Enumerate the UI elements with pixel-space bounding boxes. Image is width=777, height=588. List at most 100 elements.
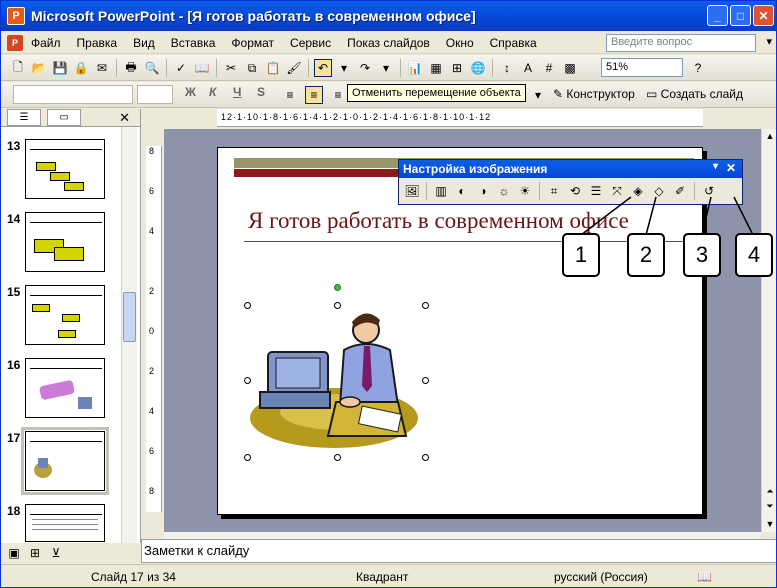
insert-chart-icon[interactable]: 📊 — [406, 59, 424, 77]
help-search-input[interactable]: Введите вопрос — [606, 34, 756, 52]
color-icon[interactable]: ▥ — [432, 182, 450, 200]
shadow-button[interactable]: S — [257, 85, 265, 99]
slide-thumbnail[interactable] — [25, 358, 105, 418]
open-icon[interactable]: 📂 — [30, 59, 48, 77]
scroll-down-icon[interactable]: ▼ — [762, 517, 776, 531]
cut-icon[interactable]: ✂ — [222, 59, 240, 77]
save-icon[interactable]: 💾 — [51, 59, 69, 77]
line-style-icon[interactable]: ☰ — [587, 182, 605, 200]
font-color-dropdown-icon[interactable]: ▾ — [529, 86, 547, 104]
help-dropdown-icon[interactable]: ▾ — [766, 35, 772, 48]
rotate-handle[interactable] — [334, 284, 341, 291]
slide-thumbnail-selected[interactable] — [21, 427, 109, 495]
resize-handle-w[interactable] — [244, 377, 251, 384]
font-name-select[interactable] — [13, 85, 133, 104]
tab-slides[interactable]: ▭ — [47, 109, 81, 126]
document-icon[interactable]: P — [7, 34, 23, 51]
close-button[interactable]: ✕ — [753, 5, 774, 26]
underline-button[interactable]: Ч — [233, 85, 241, 99]
research-icon[interactable]: 📖 — [193, 59, 211, 77]
help-icon[interactable]: ? — [689, 59, 707, 77]
zoom-select[interactable]: 51% — [601, 58, 683, 77]
format-picture-icon[interactable]: ◇ — [650, 182, 668, 200]
slide-thumb-17[interactable]: 17 — [7, 427, 109, 495]
recolor-picture-icon[interactable]: ◈ — [629, 182, 647, 200]
slide-vertical-scrollbar[interactable]: ▲ ⏶ ⏷ ▼ — [761, 129, 776, 532]
compress-pictures-icon[interactable]: ⤧ — [608, 182, 626, 200]
align-center-icon[interactable]: ≡ — [305, 86, 323, 104]
bold-button[interactable]: Ж — [185, 85, 196, 99]
spelling-icon[interactable]: ✓ — [172, 59, 190, 77]
resize-handle-n[interactable] — [334, 302, 341, 309]
email-icon[interactable]: ✉ — [93, 59, 111, 77]
menu-tools[interactable]: Сервис — [282, 36, 339, 50]
menu-window[interactable]: Окно — [438, 36, 482, 50]
undo-icon[interactable]: ↶ — [314, 59, 332, 77]
insert-table-icon[interactable]: ▦ — [427, 59, 445, 77]
more-contrast-icon[interactable]: ◐ — [453, 182, 471, 200]
show-formatting-icon[interactable]: A — [519, 59, 537, 77]
show-grid-icon[interactable]: # — [540, 59, 558, 77]
next-slide-icon[interactable]: ⏷ — [762, 499, 776, 513]
menu-view[interactable]: Вид — [125, 36, 163, 50]
resize-handle-nw[interactable] — [244, 302, 251, 309]
resize-handle-se[interactable] — [422, 454, 429, 461]
tables-borders-icon[interactable]: ⊞ — [448, 59, 466, 77]
rotate-left-icon[interactable]: ⟲ — [566, 182, 584, 200]
insert-hyperlink-icon[interactable]: 🌐 — [469, 59, 487, 77]
notes-pane[interactable]: Заметки к слайду — [141, 539, 776, 563]
design-button[interactable]: ✎ Конструктор — [553, 87, 635, 101]
powerpoint-app-icon[interactable]: P — [7, 7, 25, 25]
crop-icon[interactable]: ⌗ — [545, 182, 563, 200]
paste-icon[interactable]: 📋 — [264, 59, 282, 77]
spelling-status-icon[interactable]: 📖 — [697, 570, 712, 584]
slide-title[interactable]: Я готов работать в современном офисе — [248, 208, 629, 234]
picture-toolbar-close-icon[interactable]: ✕ — [726, 161, 736, 175]
previous-slide-icon[interactable]: ⏶ — [762, 484, 776, 498]
menu-format[interactable]: Формат — [223, 36, 282, 50]
maximize-button[interactable]: □ — [730, 5, 751, 26]
less-brightness-icon[interactable]: ☀ — [516, 182, 534, 200]
new-icon[interactable]: 🗋 — [9, 59, 27, 77]
menu-insert[interactable]: Вставка — [163, 36, 224, 50]
normal-view-icon[interactable]: ▣ — [5, 544, 23, 562]
reset-picture-icon[interactable]: ↺ — [700, 182, 718, 200]
slide-thumbnail[interactable] — [25, 504, 105, 542]
less-contrast-icon[interactable]: ◑ — [474, 182, 492, 200]
expand-all-icon[interactable]: ↕ — [498, 59, 516, 77]
menu-edit[interactable]: Правка — [69, 36, 126, 50]
set-transparent-color-icon[interactable]: ✐ — [671, 182, 689, 200]
tab-outline[interactable]: ☰ — [7, 109, 41, 126]
office-worker-clipart[interactable] — [248, 306, 426, 458]
italic-button[interactable]: К — [209, 85, 216, 99]
font-size-select[interactable] — [137, 85, 173, 104]
slide-thumb-16[interactable]: 16 — [7, 358, 105, 418]
slide-thumbnail[interactable] — [25, 139, 105, 199]
scroll-up-icon[interactable]: ▲ — [762, 129, 776, 143]
format-painter-icon[interactable]: 🖌 — [285, 59, 303, 77]
slide-sorter-view-icon[interactable]: ⊞ — [26, 544, 44, 562]
align-right-icon[interactable]: ≡ — [329, 86, 347, 104]
slide-thumb-14[interactable]: 14 — [7, 212, 105, 272]
align-left-icon[interactable]: ≡ — [281, 86, 299, 104]
more-brightness-icon[interactable]: ☼ — [495, 182, 513, 200]
insert-picture-icon[interactable]: 🖼 — [403, 182, 421, 200]
menu-slideshow[interactable]: Показ слайдов — [339, 36, 438, 50]
resize-handle-e[interactable] — [422, 377, 429, 384]
color-grayscale-icon[interactable]: ▩ — [561, 59, 579, 77]
pane-close-icon[interactable]: ✕ — [119, 110, 130, 126]
scrollbar-thumb[interactable] — [123, 292, 136, 342]
slide-thumb-13[interactable]: 13 — [7, 139, 105, 199]
print-icon[interactable]: 🖶 — [122, 59, 140, 77]
slide-thumb-18[interactable]: 18 — [7, 504, 105, 542]
slideshow-view-icon[interactable]: ⊻ — [47, 544, 65, 562]
slides-pane-scrollbar[interactable] — [121, 127, 137, 543]
permission-icon[interactable]: 🔒 — [72, 59, 90, 77]
redo-icon[interactable]: ↷ — [356, 59, 374, 77]
menu-help[interactable]: Справка — [482, 36, 545, 50]
resize-handle-sw[interactable] — [244, 454, 251, 461]
copy-icon[interactable]: ⧉ — [243, 59, 261, 77]
menu-file[interactable]: Файл — [23, 36, 69, 50]
redo-dropdown-icon[interactable]: ▾ — [377, 59, 395, 77]
minimize-button[interactable]: _ — [707, 5, 728, 26]
